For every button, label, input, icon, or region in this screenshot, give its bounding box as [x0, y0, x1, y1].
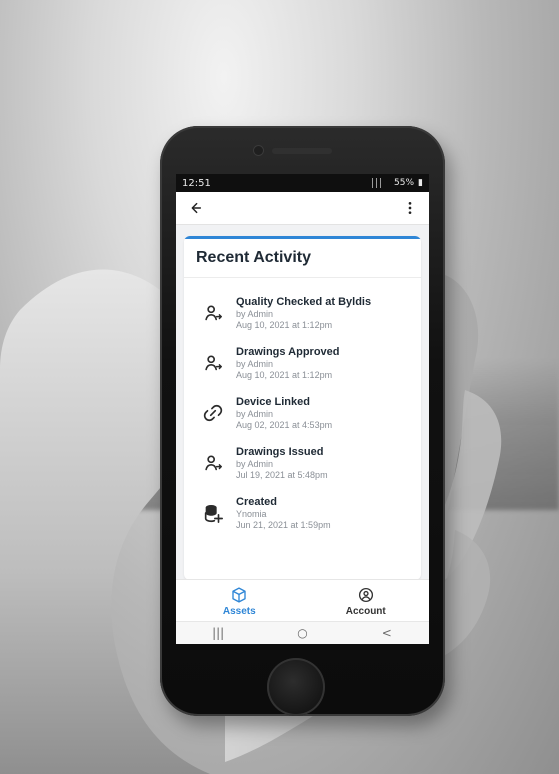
- front-camera: [254, 146, 263, 155]
- activity-text: Drawings Issued by Admin Jul 19, 2021 at…: [236, 446, 328, 480]
- activity-time: Aug 10, 2021 at 1:12pm: [236, 320, 333, 330]
- recent-activity-title: Recent Activity: [184, 239, 421, 278]
- link-icon: [200, 400, 226, 426]
- activity-by: by Admin: [236, 359, 274, 369]
- activity-time: Aug 02, 2021 at 4:53pm: [236, 420, 333, 430]
- activity-by: Ynomia: [236, 509, 267, 519]
- nav-assets[interactable]: Assets: [184, 586, 294, 617]
- user-check-icon: [200, 300, 226, 326]
- back-system-button[interactable]: <: [369, 626, 405, 640]
- database-plus-icon: [200, 500, 226, 526]
- activity-by: by Admin: [236, 409, 274, 419]
- bottom-navigation: Assets Account: [176, 579, 429, 622]
- recent-apps-icon: |||: [212, 626, 225, 640]
- activity-time: Jun 21, 2021 at 1:59pm: [236, 520, 331, 530]
- phone-screen: 12:51 55% ▮ Recent Activity Quality Chec…: [176, 174, 429, 644]
- arrow-left-icon: [191, 202, 202, 214]
- status-right: 55% ▮: [370, 178, 423, 188]
- activity-time: Jul 19, 2021 at 5:48pm: [236, 470, 328, 480]
- more-vert-icon: [408, 202, 412, 214]
- speaker-grill: [272, 148, 332, 154]
- activity-title: Quality Checked at Byldis: [236, 296, 372, 308]
- activity-text: Quality Checked at Byldis by Admin Aug 1…: [236, 296, 371, 330]
- activity-item[interactable]: Created Ynomia Jun 21, 2021 at 1:59pm: [194, 488, 411, 538]
- home-icon: ○: [297, 626, 308, 640]
- activity-title: Drawings Issued: [236, 446, 324, 458]
- more-button[interactable]: [399, 197, 421, 219]
- status-time: 12:51: [182, 177, 211, 189]
- recent-apps-button[interactable]: |||: [200, 626, 236, 640]
- activity-text: Device Linked by Admin Aug 02, 2021 at 4…: [236, 396, 332, 430]
- nav-account-label: Account: [345, 605, 386, 617]
- home-button[interactable]: ○: [284, 626, 320, 640]
- activity-item[interactable]: Quality Checked at Byldis by Admin Aug 1…: [194, 288, 411, 338]
- activity-list: Quality Checked at Byldis by Admin Aug 1…: [184, 278, 421, 538]
- back-icon: <: [381, 626, 392, 640]
- content: Recent Activity Quality Checked at Byldi…: [184, 236, 421, 580]
- cube-icon: [232, 586, 246, 603]
- activity-title: Drawings Approved: [236, 346, 340, 358]
- nav-assets-label: Assets: [222, 605, 256, 617]
- activity-title: Created: [236, 496, 277, 508]
- activity-time: Aug 10, 2021 at 1:12pm: [236, 370, 333, 380]
- app-bar: [176, 192, 429, 225]
- activity-title: Device Linked: [236, 396, 310, 408]
- activity-item[interactable]: Device Linked by Admin Aug 02, 2021 at 4…: [194, 388, 411, 438]
- activity-item[interactable]: Drawings Issued by Admin Jul 19, 2021 at…: [194, 438, 411, 488]
- activity-by: by Admin: [236, 459, 274, 469]
- nav-account[interactable]: Account: [311, 586, 421, 617]
- battery-text: 55%: [394, 178, 415, 188]
- recent-activity-card: Recent Activity Quality Checked at Byldi…: [184, 236, 421, 580]
- signal-icon: [370, 178, 391, 188]
- activity-text: Created Ynomia Jun 21, 2021 at 1:59pm: [236, 496, 331, 530]
- account-circle-icon: [358, 587, 373, 602]
- back-button[interactable]: [184, 197, 206, 219]
- android-nav-bar: ||| ○ <: [176, 621, 429, 644]
- activity-by: by Admin: [236, 309, 274, 319]
- user-check-icon: [200, 450, 226, 476]
- battery-icon: ▮: [418, 178, 423, 188]
- phone: 12:51 55% ▮ Recent Activity Quality Chec…: [160, 126, 445, 716]
- status-bar: 12:51 55% ▮: [176, 174, 429, 192]
- activity-text: Drawings Approved by Admin Aug 10, 2021 …: [236, 346, 340, 380]
- activity-item[interactable]: Drawings Approved by Admin Aug 10, 2021 …: [194, 338, 411, 388]
- physical-home-button: [267, 658, 325, 716]
- user-check-icon: [200, 350, 226, 376]
